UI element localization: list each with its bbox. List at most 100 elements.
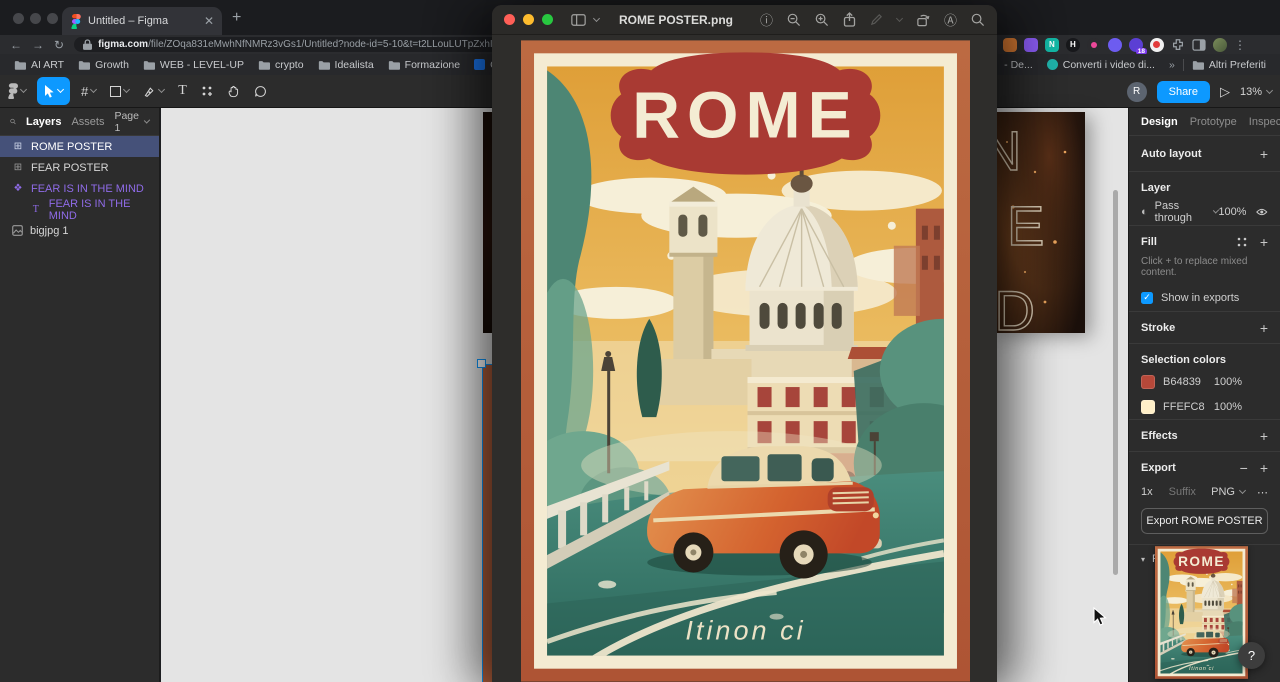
tab-close-icon[interactable]: ✕ bbox=[204, 15, 214, 27]
zoom-menu[interactable]: 13% bbox=[1240, 86, 1274, 98]
extension-icon-red-dot[interactable] bbox=[1149, 37, 1164, 52]
layer-row-fear-component[interactable]: ❖ FEAR IS IN THE MIND bbox=[0, 178, 159, 199]
blend-mode-value[interactable]: Pass through bbox=[1155, 200, 1208, 224]
color-swatch[interactable] bbox=[1141, 399, 1155, 414]
share-icon[interactable] bbox=[843, 12, 856, 27]
export-button[interactable]: Export ROME POSTER bbox=[1141, 508, 1268, 534]
sidebar-toggle-icon[interactable] bbox=[571, 13, 586, 26]
bookmark-crypto[interactable]: crypto bbox=[258, 59, 304, 71]
color-swatch[interactable] bbox=[1141, 375, 1155, 389]
zoom-traffic-light[interactable] bbox=[542, 14, 553, 25]
tab-design[interactable]: Design bbox=[1141, 116, 1178, 128]
layer-row-fear-text[interactable]: T FEAR IS IN THE MIND bbox=[0, 198, 159, 222]
tab-inspect[interactable]: Inspect bbox=[1249, 116, 1280, 128]
pen-tool-button[interactable] bbox=[136, 75, 171, 108]
present-icon[interactable]: ▷ bbox=[1220, 84, 1230, 100]
side-panel-icon[interactable] bbox=[1192, 38, 1206, 51]
extension-icon-key[interactable] bbox=[1086, 37, 1101, 52]
stroke-section: Stroke + bbox=[1129, 312, 1280, 344]
search-icon[interactable] bbox=[971, 13, 985, 27]
color-hex[interactable]: FFEFC8 bbox=[1163, 401, 1205, 413]
bookmarks-overflow-chevron[interactable]: » bbox=[1169, 59, 1175, 71]
info-icon[interactable]: ⓘ bbox=[760, 10, 773, 29]
export-remove-icon[interactable]: − bbox=[1240, 460, 1248, 476]
minimize-traffic-light[interactable] bbox=[523, 14, 534, 25]
reload-icon[interactable]: ↻ bbox=[54, 38, 64, 52]
selection-color-row[interactable]: B64839 100% bbox=[1129, 370, 1280, 394]
share-button[interactable]: Share bbox=[1156, 80, 1210, 103]
page-selector[interactable]: Page 1 bbox=[114, 110, 151, 134]
forward-icon[interactable]: → bbox=[32, 38, 44, 52]
bookmark-formazione[interactable]: Formazione bbox=[388, 59, 460, 71]
extension-icon-badged[interactable]: 18 bbox=[1128, 37, 1147, 55]
bookmark-converti[interactable]: Converti i video di... bbox=[1046, 59, 1155, 71]
tab-prototype[interactable]: Prototype bbox=[1190, 116, 1237, 128]
move-tool-button[interactable] bbox=[37, 77, 70, 105]
window-close-button[interactable] bbox=[13, 13, 24, 24]
resources-tool-button[interactable] bbox=[194, 75, 220, 108]
hand-tool-button[interactable] bbox=[220, 75, 247, 108]
effects-add-icon[interactable]: + bbox=[1260, 428, 1268, 444]
window-zoom-button[interactable] bbox=[47, 13, 58, 24]
selection-handle[interactable] bbox=[477, 359, 486, 368]
rotate-icon[interactable] bbox=[916, 13, 930, 27]
layer-row-bigjpg[interactable]: bigjpg 1 bbox=[0, 220, 159, 241]
shape-tool-button[interactable] bbox=[103, 75, 136, 108]
canvas-scrollbar[interactable] bbox=[1113, 190, 1118, 575]
export-format-select[interactable]: PNG bbox=[1211, 486, 1235, 498]
bookmark-ai-art[interactable]: AI ART bbox=[14, 59, 64, 71]
tab-layers[interactable]: Layers bbox=[26, 116, 61, 128]
color-opacity[interactable]: 100% bbox=[1214, 401, 1242, 413]
zoom-in-icon[interactable] bbox=[815, 13, 829, 27]
comment-tool-button[interactable] bbox=[247, 75, 274, 108]
browser-menu-icon[interactable]: ⋮ bbox=[1234, 38, 1246, 52]
text-tool-button[interactable]: T bbox=[171, 75, 194, 108]
selection-colors-label: Selection colors bbox=[1141, 354, 1226, 366]
stroke-add-icon[interactable]: + bbox=[1260, 320, 1268, 336]
extension-icon-teal[interactable]: N bbox=[1044, 37, 1059, 52]
extension-icon-orange[interactable] bbox=[1002, 37, 1017, 52]
selection-color-row[interactable]: FFEFC8 100% bbox=[1129, 394, 1280, 420]
color-hex[interactable]: B64839 bbox=[1163, 376, 1201, 388]
auto-layout-add-icon[interactable]: + bbox=[1260, 146, 1268, 162]
extension-icon-violet[interactable] bbox=[1023, 37, 1038, 52]
styles-icon[interactable] bbox=[1236, 236, 1248, 248]
layer-row-fear-poster[interactable]: ⊞ FEAR POSTER bbox=[0, 157, 159, 178]
window-minimize-button[interactable] bbox=[30, 13, 41, 24]
browser-tab[interactable]: Untitled – Figma ✕ bbox=[62, 7, 222, 35]
fear-poster-fragment[interactable]: N E ID bbox=[995, 112, 1085, 333]
search-icon[interactable] bbox=[10, 116, 16, 127]
bookmark-partial[interactable]: - De... bbox=[1004, 59, 1033, 71]
bookmark-idealista[interactable]: Idealista bbox=[318, 59, 374, 71]
preview-window-titlebar[interactable]: ROME POSTER.png ⓘ Ⓐ bbox=[492, 5, 997, 35]
export-scale-value[interactable]: 1x bbox=[1141, 486, 1153, 498]
sidebar-chevron-icon[interactable] bbox=[592, 14, 601, 22]
folder-icon bbox=[1192, 60, 1204, 70]
bookmark-web-level-up[interactable]: WEB - LEVEL-UP bbox=[143, 59, 244, 71]
bookmark-growth[interactable]: Growth bbox=[78, 59, 129, 71]
bookmark-altri-preferiti[interactable]: Altri Preferiti bbox=[1192, 59, 1266, 71]
export-add-icon[interactable]: + bbox=[1260, 460, 1268, 476]
color-opacity[interactable]: 100% bbox=[1214, 376, 1242, 388]
export-suffix-input[interactable]: Suffix bbox=[1169, 486, 1196, 498]
frame-tool-button[interactable]: # bbox=[74, 75, 103, 108]
user-avatar[interactable]: R bbox=[1126, 81, 1147, 102]
tab-assets[interactable]: Assets bbox=[71, 116, 104, 128]
show-in-exports-checkbox[interactable]: ✓ bbox=[1141, 291, 1153, 304]
close-traffic-light[interactable] bbox=[504, 14, 515, 25]
new-tab-button[interactable]: + bbox=[232, 9, 241, 27]
highlight-icon[interactable]: Ⓐ bbox=[944, 10, 957, 29]
zoom-out-icon[interactable] bbox=[787, 13, 801, 27]
extension-icon-h[interactable]: H bbox=[1065, 37, 1080, 52]
layer-opacity-value[interactable]: 100% bbox=[1218, 206, 1246, 218]
export-options-icon[interactable]: ⋯ bbox=[1257, 486, 1268, 499]
extensions-puzzle-icon[interactable] bbox=[1171, 38, 1185, 52]
main-menu-button[interactable] bbox=[0, 75, 33, 108]
extension-icon-purple-circle[interactable] bbox=[1107, 37, 1122, 52]
help-button[interactable]: ? bbox=[1238, 642, 1265, 669]
layer-row-rome-poster[interactable]: ⊞ ROME POSTER bbox=[0, 136, 159, 157]
profile-avatar[interactable] bbox=[1212, 37, 1227, 52]
visibility-eye-icon[interactable] bbox=[1256, 207, 1268, 217]
fill-add-icon[interactable]: + bbox=[1260, 234, 1268, 250]
back-icon[interactable]: ← bbox=[10, 38, 22, 52]
